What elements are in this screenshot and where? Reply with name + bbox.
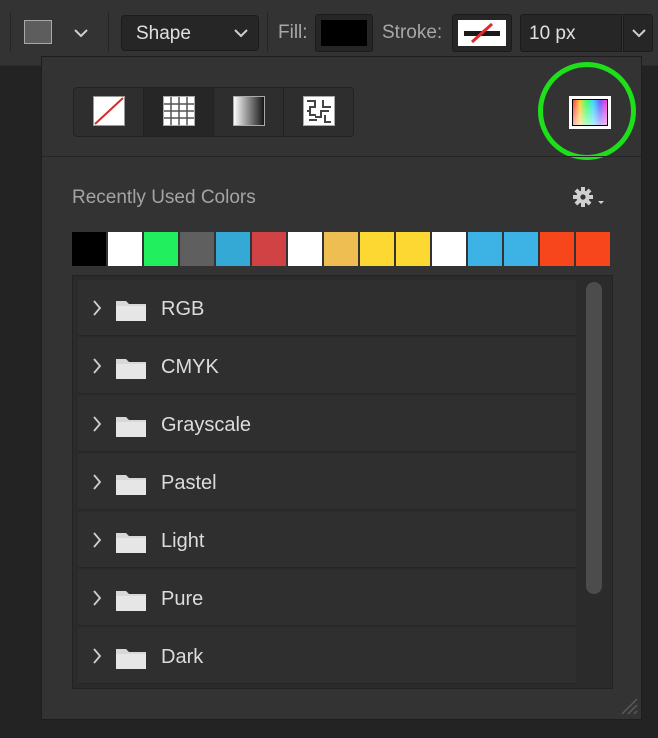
no-color-icon: [93, 96, 125, 126]
pattern-icon: [303, 96, 335, 126]
swatch-group-name: CMYK: [161, 356, 219, 378]
folder-icon: [116, 591, 146, 611]
separator: [267, 12, 268, 52]
chevron-right-icon[interactable]: [92, 589, 102, 607]
gradient-icon: [233, 96, 265, 126]
swatch-group-name: Pastel: [161, 472, 217, 494]
divider: [42, 156, 641, 157]
swatch-grid-icon: [163, 96, 195, 126]
stroke-none-indicator: [458, 20, 506, 46]
swatch-group-row[interactable]: RGB: [78, 280, 576, 336]
chevron-right-icon[interactable]: [92, 647, 102, 665]
swatch-group-name: Dark: [161, 646, 204, 668]
recent-color-swatch[interactable]: [108, 232, 142, 266]
swatch-group-name: Pure: [161, 588, 204, 610]
folder-icon: [116, 475, 146, 495]
stroke-width-field[interactable]: 10 px: [520, 14, 622, 52]
fill-swatch[interactable]: [315, 14, 373, 52]
recent-color-swatch[interactable]: [144, 232, 178, 266]
recent-color-swatch[interactable]: [216, 232, 250, 266]
recent-color-swatch[interactable]: [576, 232, 610, 266]
stroke-color-panel: Recently Used Colors RGB CMYK Grayscale Pas…: [41, 56, 642, 720]
folder-icon: [116, 649, 146, 669]
swatch-groups-list: RGB CMYK Grayscale Pastel Light Pure Dark: [72, 275, 613, 689]
recent-color-swatch[interactable]: [432, 232, 466, 266]
resize-grip-icon[interactable]: [618, 695, 638, 715]
separator: [108, 12, 109, 52]
chevron-right-icon[interactable]: [92, 531, 102, 549]
swatch-group-row[interactable]: Pastel: [78, 454, 576, 510]
recent-color-swatch[interactable]: [72, 232, 106, 266]
recent-color-swatch[interactable]: [504, 232, 538, 266]
swatch-group-row[interactable]: Dark: [78, 628, 576, 684]
recent-color-swatch[interactable]: [360, 232, 394, 266]
fill-label: Fill:: [278, 22, 308, 43]
swatch-group-row[interactable]: Light: [78, 512, 576, 568]
folder-icon: [116, 301, 146, 321]
recent-color-swatch[interactable]: [324, 232, 358, 266]
folder-icon: [116, 417, 146, 437]
tool-preset-swatch[interactable]: [24, 20, 52, 44]
chevron-down-icon: [234, 29, 248, 38]
chevron-right-icon[interactable]: [92, 357, 102, 375]
shape-mode-dropdown[interactable]: Shape: [121, 15, 259, 51]
fill-color: [321, 20, 367, 46]
folder-icon: [116, 359, 146, 379]
no-stroke-icon: [464, 22, 500, 44]
pattern-button[interactable]: [284, 88, 353, 136]
solid-color-button[interactable]: [144, 88, 214, 136]
stroke-type-group: [73, 87, 354, 137]
swatch-group-name: Grayscale: [161, 414, 252, 436]
stroke-width-value: 10 px: [529, 23, 576, 44]
stroke-label: Stroke:: [382, 22, 443, 43]
chevron-down-icon[interactable]: [74, 29, 88, 38]
separator: [10, 12, 11, 52]
gradient-button[interactable]: [214, 88, 284, 136]
chevron-right-icon[interactable]: [92, 473, 102, 491]
swatch-group-row[interactable]: CMYK: [78, 338, 576, 394]
swatch-group-row[interactable]: Pure: [78, 570, 576, 626]
recent-colors-title: Recently Used Colors: [72, 187, 256, 208]
swatch-group-row[interactable]: Grayscale: [78, 396, 576, 452]
folder-icon: [116, 533, 146, 553]
recent-color-swatch[interactable]: [468, 232, 502, 266]
recent-color-swatch[interactable]: [252, 232, 286, 266]
swatch-group-name: Light: [161, 530, 205, 552]
gear-icon[interactable]: [572, 186, 606, 208]
chevron-right-icon[interactable]: [92, 299, 102, 317]
chevron-right-icon[interactable]: [92, 415, 102, 433]
scrollbar-thumb[interactable]: [586, 282, 602, 594]
swatch-group-name: RGB: [161, 298, 205, 320]
stroke-width-dropdown[interactable]: [623, 14, 653, 52]
recent-color-swatch[interactable]: [288, 232, 322, 266]
no-color-button[interactable]: [74, 88, 144, 136]
recent-color-swatch[interactable]: [396, 232, 430, 266]
stroke-swatch[interactable]: [452, 14, 512, 52]
shape-mode-value: Shape: [136, 23, 191, 44]
recent-color-swatch[interactable]: [180, 232, 214, 266]
highlight-circle: [538, 62, 636, 160]
chevron-down-icon: [632, 29, 646, 38]
recent-color-swatch[interactable]: [540, 232, 574, 266]
